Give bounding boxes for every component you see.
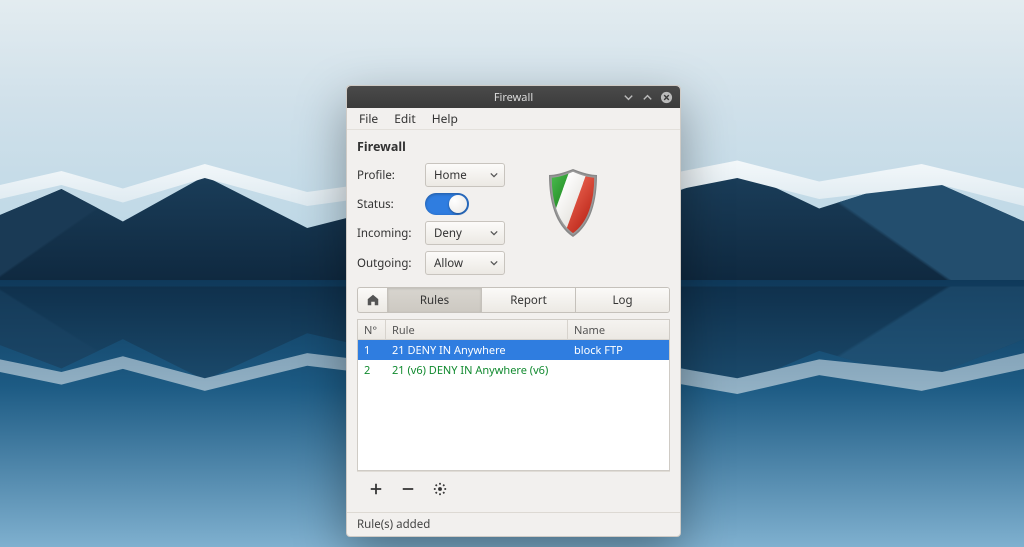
shield-icon	[545, 167, 601, 275]
cell-n: 2	[358, 360, 386, 381]
outgoing-label: Outgoing:	[357, 256, 417, 271]
gear-icon	[433, 482, 447, 496]
tab-rules[interactable]: Rules	[388, 288, 482, 312]
close-button[interactable]	[659, 90, 674, 105]
cell-n: 1	[358, 340, 386, 361]
desktop-background: Firewall File Edit Help Firewall	[0, 0, 1024, 547]
rules-table: N° Rule Name 121 DENY IN Anywhereblock F…	[357, 319, 670, 471]
incoming-value: Deny	[434, 226, 462, 241]
menu-file[interactable]: File	[353, 108, 384, 129]
home-tab[interactable]	[357, 287, 387, 313]
firewall-window: Firewall File Edit Help Firewall	[346, 85, 681, 537]
cell-rule: 21 (v6) DENY IN Anywhere (v6)	[386, 360, 568, 381]
chevron-down-icon	[490, 168, 498, 183]
incoming-label: Incoming:	[357, 226, 417, 241]
status-message: Rule(s) added	[357, 517, 430, 532]
table-row[interactable]: 121 DENY IN Anywhereblock FTP	[358, 340, 669, 360]
column-header-n[interactable]: N°	[358, 320, 386, 339]
menubar: File Edit Help	[347, 108, 680, 130]
remove-rule-button[interactable]	[397, 478, 419, 500]
statusbar: Rule(s) added	[347, 512, 680, 536]
cell-name	[568, 367, 669, 373]
menu-help[interactable]: Help	[426, 108, 464, 129]
cell-name: block FTP	[568, 340, 669, 361]
incoming-select[interactable]: Deny	[425, 221, 505, 245]
tab-report[interactable]: Report	[482, 288, 576, 312]
minus-icon	[401, 482, 415, 496]
titlebar[interactable]: Firewall	[347, 86, 680, 108]
chevron-down-icon	[490, 226, 498, 241]
section-heading: Firewall	[357, 138, 670, 155]
outgoing-value: Allow	[434, 256, 463, 271]
add-rule-button[interactable]	[365, 478, 387, 500]
tab-log[interactable]: Log	[576, 288, 669, 312]
cell-rule: 21 DENY IN Anywhere	[386, 340, 568, 361]
menu-edit[interactable]: Edit	[388, 108, 421, 129]
table-row[interactable]: 221 (v6) DENY IN Anywhere (v6)	[358, 360, 669, 380]
profile-value: Home	[434, 168, 467, 183]
status-toggle[interactable]	[425, 193, 469, 215]
profile-select[interactable]: Home	[425, 163, 505, 187]
status-label: Status:	[357, 197, 417, 212]
plus-icon	[369, 482, 383, 496]
profile-label: Profile:	[357, 168, 417, 183]
settings-rule-button[interactable]	[429, 478, 451, 500]
column-header-rule[interactable]: Rule	[386, 320, 568, 339]
chevron-down-icon	[490, 256, 498, 271]
outgoing-select[interactable]: Allow	[425, 251, 505, 275]
home-icon	[366, 293, 380, 307]
minimize-button[interactable]	[621, 90, 636, 105]
maximize-button[interactable]	[640, 90, 655, 105]
column-header-name[interactable]: Name	[568, 320, 669, 339]
